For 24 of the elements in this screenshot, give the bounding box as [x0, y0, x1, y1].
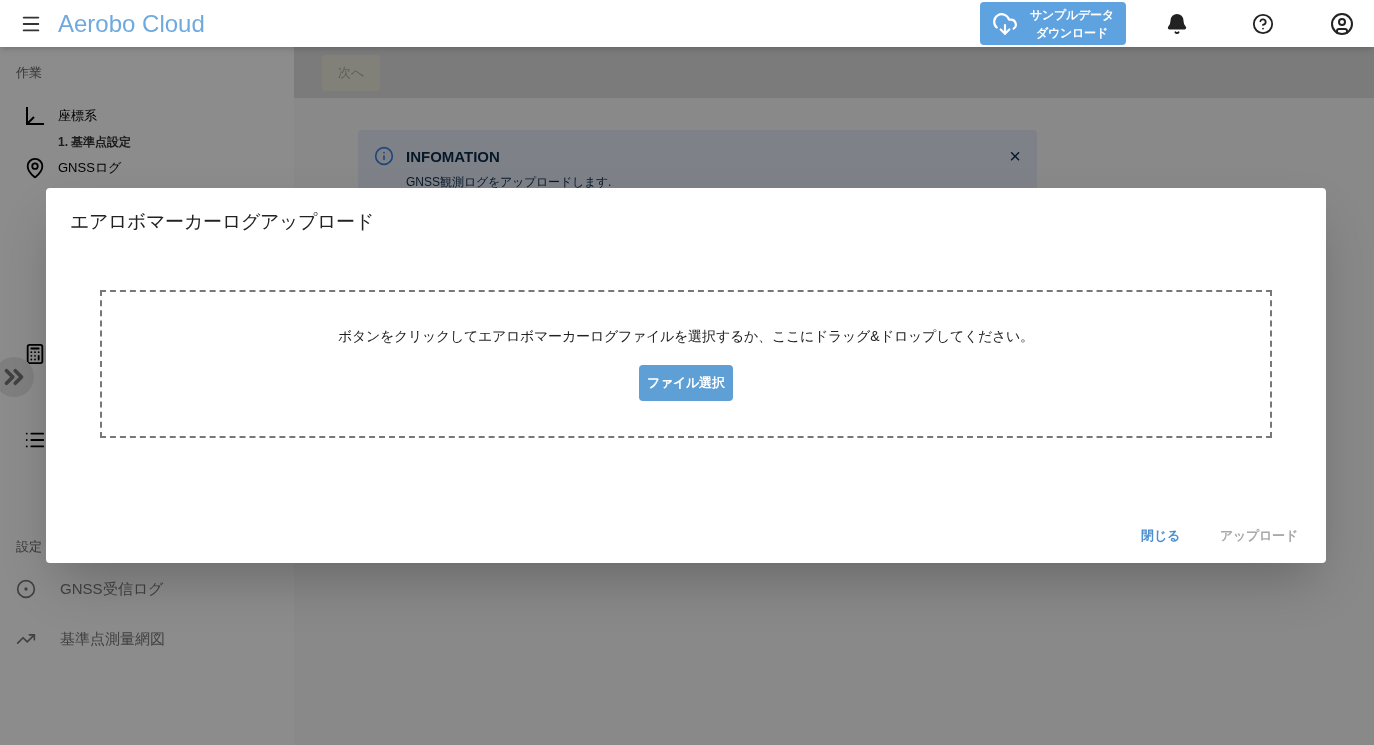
app-title: Aerobo Cloud — [58, 8, 205, 39]
section-heading: 設定 — [15, 537, 43, 556]
section-heading: 作業 — [15, 64, 43, 82]
help-icon[interactable] — [1252, 12, 1274, 35]
cloud-download-icon — [992, 10, 1018, 37]
sample-download-button[interactable]: サンプルデータ ダウンロード — [980, 2, 1126, 45]
bell-icon[interactable] — [1166, 12, 1188, 35]
axes-icon — [24, 104, 46, 127]
nav-item[interactable]: GNSSログ — [0, 154, 294, 181]
file-select-button[interactable]: ファイル選択 — [639, 364, 733, 401]
account-icon[interactable] — [1330, 11, 1354, 36]
expand-button[interactable] — [0, 357, 34, 397]
radio-icon — [16, 579, 36, 599]
info-icon — [374, 146, 394, 166]
alert-title: INFOMATION — [406, 147, 501, 167]
alert-message: GNSS観測ログをアップロードします. — [406, 173, 613, 191]
map-pin-icon — [24, 156, 46, 179]
calculator-icon — [24, 342, 46, 365]
dialog-action-button[interactable]: 閉じる — [1129, 521, 1192, 551]
drop-instructions: ボタンをクリックしてエアロボマーカーログファイルを選択するか、ここにドラッグ&ドロップしてください。 — [338, 326, 1034, 346]
close-button[interactable]: × — [1009, 146, 1021, 166]
nav-item[interactable]: 座標系 — [0, 102, 294, 129]
nav-subitem[interactable]: 1. 基準点設定 — [0, 128, 294, 155]
dialog-title: エアロボマーカーログアップロード — [69, 210, 375, 234]
